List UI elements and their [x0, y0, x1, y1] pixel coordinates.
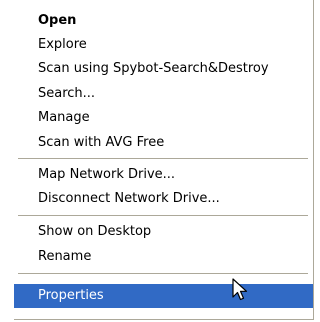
menu-item-label: Open [38, 13, 77, 28]
context-menu: Open Explore Scan using Spybot-Search&De… [14, 0, 314, 320]
menu-separator [18, 158, 308, 159]
menu-item-open[interactable]: Open [14, 9, 313, 33]
menu-item-label: Explore [38, 37, 87, 52]
menu-item-properties[interactable]: Properties [14, 278, 313, 308]
menu-item-search[interactable]: Search... [14, 82, 313, 106]
menu-item-explore[interactable]: Explore [14, 33, 313, 57]
menu-item-label: Map Network Drive... [38, 167, 176, 182]
menu-item-manage[interactable]: Manage [14, 106, 313, 130]
menu-item-show-on-desktop[interactable]: Show on Desktop [14, 220, 313, 244]
menu-item-disconnect-network-drive[interactable]: Disconnect Network Drive... [14, 187, 313, 211]
menu-item-rename[interactable]: Rename [14, 245, 313, 269]
menu-item-label: Manage [38, 110, 90, 125]
menu-separator [18, 215, 308, 216]
menu-item-label: Scan with AVG Free [38, 135, 165, 150]
menu-item-scan-avg[interactable]: Scan with AVG Free [14, 131, 313, 155]
menu-item-label: Search... [38, 86, 96, 101]
menu-item-label: Show on Desktop [38, 224, 152, 239]
menu-item-label: Rename [38, 249, 92, 264]
menu-item-map-network-drive[interactable]: Map Network Drive... [14, 163, 313, 187]
mouse-pointer-icon [232, 278, 248, 301]
menu-separator [18, 273, 308, 274]
menu-item-scan-spybot[interactable]: Scan using Spybot-Search&Destroy [14, 57, 313, 81]
menu-item-label: Disconnect Network Drive... [38, 191, 220, 206]
menu-item-label: Properties [38, 288, 104, 303]
menu-item-label: Scan using Spybot-Search&Destroy [38, 61, 269, 76]
